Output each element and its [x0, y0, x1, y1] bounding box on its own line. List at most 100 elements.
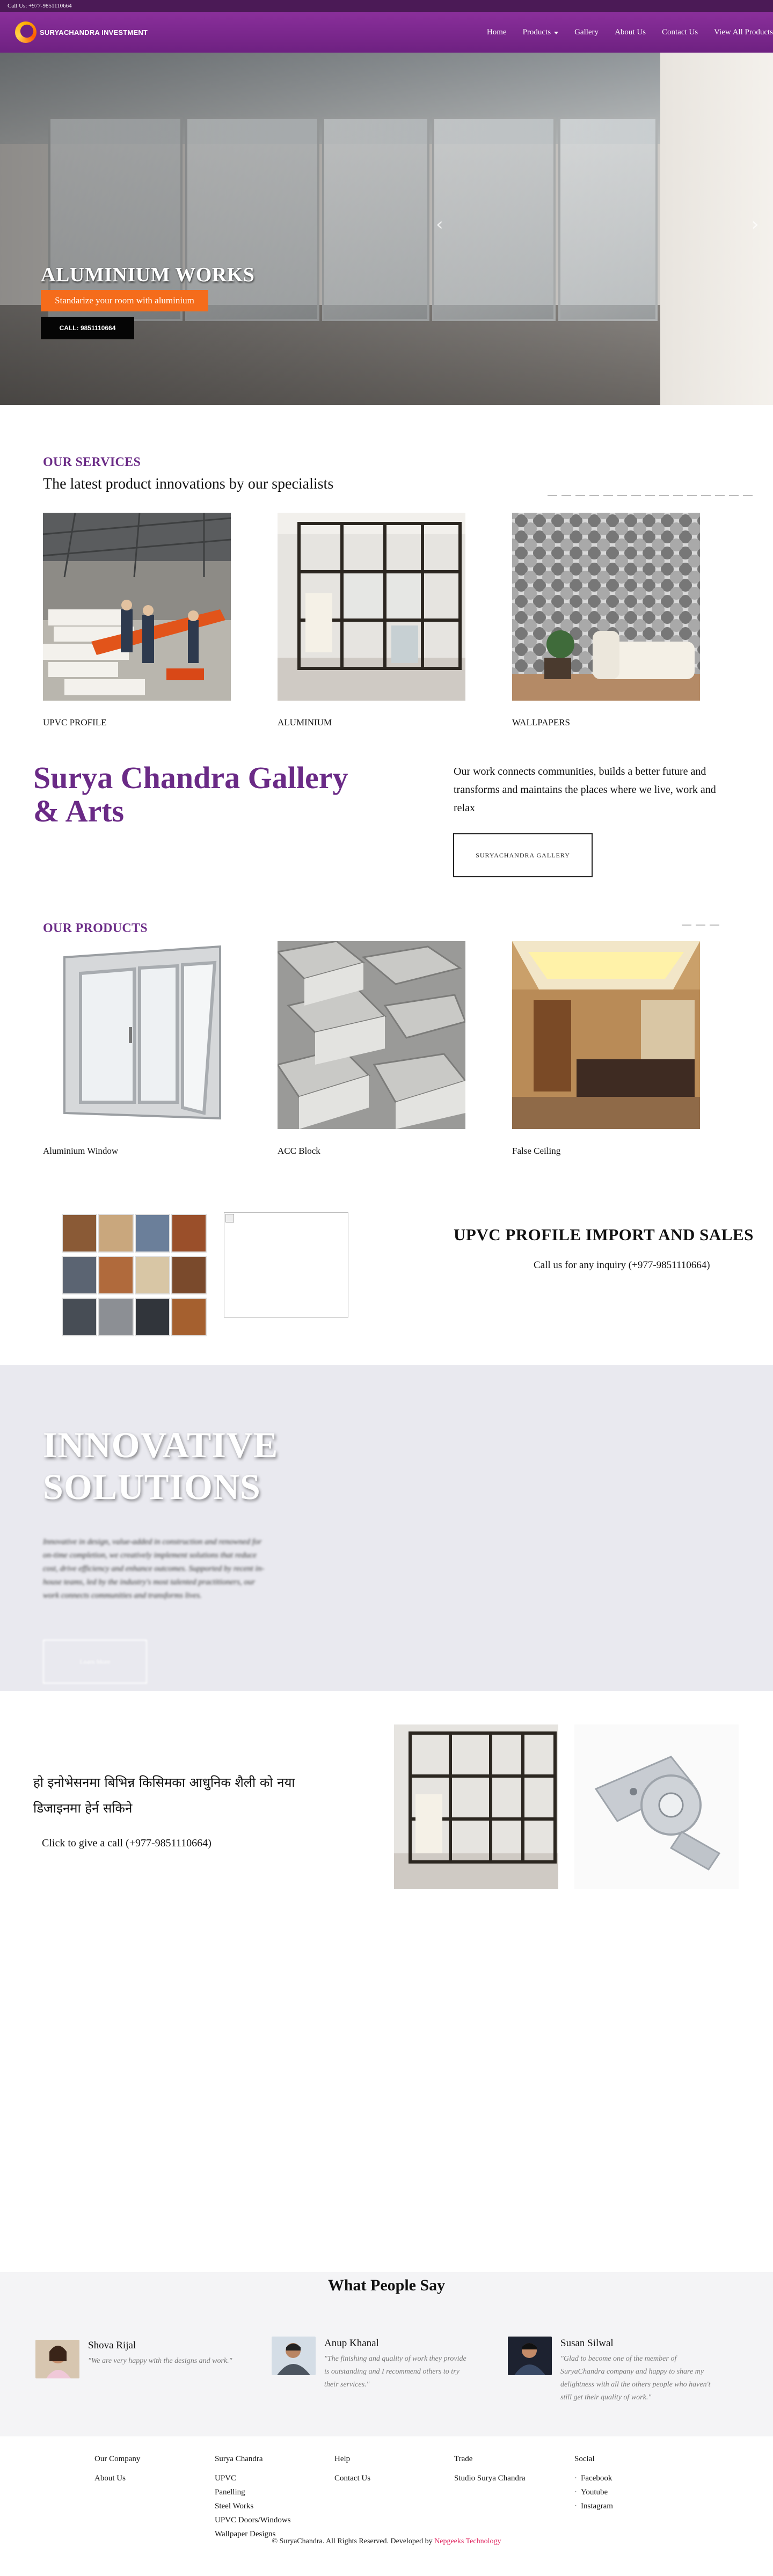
- product-label[interactable]: False Ceiling: [512, 1146, 560, 1156]
- service-image-upvc[interactable]: [43, 513, 231, 701]
- copyright-text: © SuryaChandra. All Rights Reserved. Dev…: [272, 2537, 433, 2545]
- product-image-acc-block[interactable]: [278, 941, 465, 1129]
- footer-heading: Social: [574, 2455, 595, 2463]
- broken-image: [224, 1212, 348, 1318]
- carousel-dot[interactable]: [701, 495, 711, 496]
- footer-link-youtube[interactable]: Youtube: [581, 2488, 608, 2497]
- product-image-aluminium-window[interactable]: [43, 941, 231, 1129]
- carousel-dot[interactable]: [603, 495, 613, 496]
- footer-link[interactable]: Contact Us: [334, 2474, 370, 2483]
- footer-link[interactable]: UPVC Doors/Windows: [215, 2516, 291, 2524]
- service-label[interactable]: ALUMINIUM: [278, 717, 332, 728]
- testimonial-quote: "Glad to become one of the member of Sur…: [560, 2355, 711, 2402]
- carousel-dots: [548, 495, 753, 496]
- service-image-aluminium[interactable]: [278, 513, 465, 701]
- chevron-down-icon: [554, 31, 559, 34]
- carousel-dot[interactable]: [659, 495, 669, 496]
- product-label[interactable]: Aluminium Window: [43, 1146, 118, 1156]
- nav-contact[interactable]: Contact Us: [662, 28, 698, 37]
- carousel-dot[interactable]: [548, 495, 557, 496]
- carousel-dots: [682, 925, 719, 926]
- logo-sun-icon: [15, 21, 37, 43]
- footer-link[interactable]: About Us: [94, 2474, 126, 2483]
- testimonial-quote: "The finishing and quality of work they …: [324, 2355, 466, 2389]
- carousel-dot[interactable]: [617, 495, 627, 496]
- testimonial-name: Anup Khanal: [324, 2338, 379, 2349]
- innovative-button[interactable]: Learn More: [43, 1640, 147, 1684]
- service-label[interactable]: WALLPAPERS: [512, 717, 570, 728]
- carousel-dot[interactable]: [687, 495, 697, 496]
- devanagari-call-text: Click to give a call (+977-9851110664): [42, 1837, 212, 1849]
- topbar-phone: Call Us: +977-9851110664: [8, 3, 72, 9]
- instagram-icon: ·: [574, 2502, 577, 2510]
- testimonials-heading: What People Say: [327, 2276, 446, 2294]
- nav-products-label: Products: [522, 27, 551, 37]
- youtube-icon: ·: [574, 2488, 577, 2497]
- footer-link[interactable]: UPVC: [215, 2474, 236, 2483]
- broken-image-icon: [225, 1214, 234, 1222]
- hero-slider: ‹ › ALUMINIUM WORKS Standarize your room…: [0, 53, 773, 405]
- nav-gallery[interactable]: Gallery: [574, 28, 599, 37]
- carousel-dot[interactable]: [682, 925, 691, 926]
- footer-link-facebook[interactable]: Facebook: [581, 2474, 612, 2483]
- footer-heading: Trade: [454, 2455, 473, 2463]
- service-label[interactable]: UPVC PROFILE: [43, 717, 107, 728]
- footer-column-social: Social · Facebook · Youtube · Instagram: [574, 2455, 613, 2513]
- product-label[interactable]: ACC Block: [278, 1146, 320, 1156]
- slider-prev-icon[interactable]: ‹: [436, 214, 443, 235]
- footer-link[interactable]: Studio Surya Chandra: [454, 2474, 526, 2483]
- logo-text: SURYACHANDRA INVESTMENT: [40, 28, 148, 37]
- footer-link[interactable]: Panelling: [215, 2488, 245, 2497]
- products-heading: OUR PRODUCTS: [43, 921, 148, 935]
- footer-column-surya-chandra: Surya Chandra UPVC Panelling Steel Works…: [215, 2455, 291, 2541]
- gallery-description: Our work connects communities, builds a …: [454, 766, 716, 814]
- carousel-dot[interactable]: [729, 495, 739, 496]
- footer-heading: Our Company: [94, 2455, 141, 2463]
- devanagari-call[interactable]: Click to give a call (+977-9851110664): [33, 1837, 212, 1850]
- testimonial-quote: "We are very happy with the designs and …: [88, 2357, 232, 2365]
- avatar: [35, 2340, 79, 2378]
- service-image-wallpapers[interactable]: [512, 513, 700, 701]
- carousel-dot[interactable]: [575, 495, 585, 496]
- devanagari-text: हो इनोभेसनमा बिभिन्न किसिमका आधुनिक शैली…: [33, 1775, 295, 1816]
- footer-heading: Help: [334, 2455, 351, 2463]
- nav-view-all-products[interactable]: View All Products: [714, 28, 773, 37]
- carousel-dot[interactable]: [673, 495, 683, 496]
- carousel-dot[interactable]: [710, 925, 719, 926]
- carousel-dot[interactable]: [743, 495, 753, 496]
- nav-products[interactable]: Products: [523, 28, 559, 37]
- main-nav: Home Products Gallery About Us Contact U…: [487, 28, 773, 37]
- gallery-button[interactable]: SURYACHANDRA GALLERY: [453, 833, 593, 877]
- testimonial-name: Shova Rijal: [88, 2340, 136, 2351]
- carousel-dot[interactable]: [561, 495, 571, 496]
- nav-about[interactable]: About Us: [615, 28, 646, 37]
- services-heading: OUR SERVICES: [43, 455, 141, 469]
- footer-link-instagram[interactable]: Instagram: [581, 2502, 613, 2510]
- avatar: [272, 2337, 316, 2375]
- innovative-section: INNOVATIVE SOLUTIONS Innovative in desig…: [0, 1365, 773, 1691]
- upvc-call[interactable]: Call us for any inquiry (+977-9851110664…: [525, 1260, 710, 1271]
- carousel-dot[interactable]: [631, 495, 641, 496]
- footer-heading: Surya Chandra: [215, 2455, 263, 2463]
- developer-link[interactable]: Nepgeeks Technology: [434, 2537, 501, 2545]
- carousel-dot[interactable]: [715, 495, 725, 496]
- top-bar: Call Us: +977-9851110664: [0, 0, 773, 12]
- carousel-dot[interactable]: [589, 495, 599, 496]
- hero-call-button[interactable]: CALL: 9851110664: [41, 317, 134, 339]
- upvc-title: UPVC PROFILE IMPORT AND SALES: [454, 1225, 754, 1244]
- window-fitting-image: [574, 1724, 739, 1889]
- site-header: SURYACHANDRA INVESTMENT Home Products Ga…: [0, 12, 773, 53]
- facebook-icon: ·: [574, 2474, 577, 2483]
- footer-column-help: Help Contact Us: [334, 2455, 370, 2485]
- site-logo[interactable]: SURYACHANDRA INVESTMENT: [15, 21, 148, 43]
- carousel-dot[interactable]: [696, 925, 705, 926]
- avatar: [508, 2337, 552, 2375]
- gallery-title: Surya Chandra Gallery & Arts: [33, 760, 348, 828]
- product-image-false-ceiling[interactable]: [512, 941, 700, 1129]
- footer-link[interactable]: Steel Works: [215, 2502, 253, 2510]
- upvc-call-text: Call us for any inquiry (+977-9851110664…: [534, 1260, 710, 1271]
- carousel-dot[interactable]: [645, 495, 655, 496]
- nav-home[interactable]: Home: [487, 28, 507, 37]
- slider-next-icon[interactable]: ›: [752, 214, 759, 235]
- footer-column-company: Our Company About Us: [94, 2455, 140, 2485]
